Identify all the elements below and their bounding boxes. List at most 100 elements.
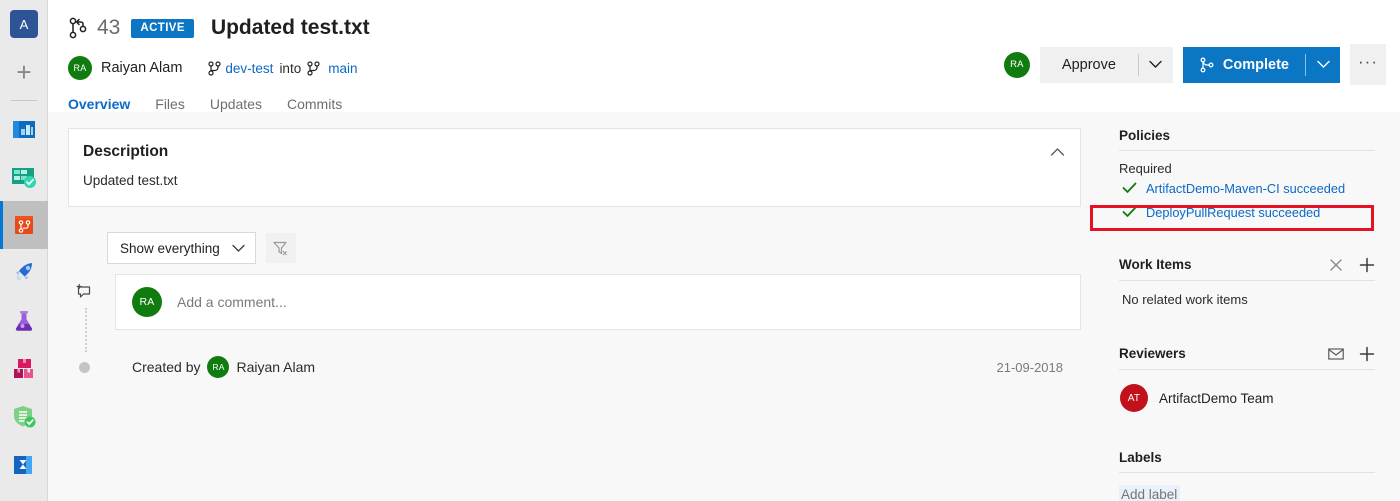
discussion-filter-select[interactable]: Show everything bbox=[107, 232, 256, 264]
created-by-avatar: RA bbox=[207, 356, 230, 378]
discussion-filter-value: Show everything bbox=[120, 240, 220, 256]
approve-dropdown-button[interactable] bbox=[1139, 47, 1173, 83]
pr-details-sidebar: Policies Required ArtifactDemo-Maven-CI … bbox=[1099, 112, 1400, 501]
pipelines-rocket-icon bbox=[16, 263, 32, 280]
more-options-button[interactable]: ··· bbox=[1350, 44, 1386, 85]
labels-section: Labels Add label bbox=[1119, 450, 1375, 501]
new-item-button[interactable]: + bbox=[0, 48, 48, 96]
created-by-row: Created by RA Raiyan Alam 21-09-2018 bbox=[79, 356, 1081, 378]
pr-number: 43 bbox=[97, 16, 121, 39]
plus-icon bbox=[1359, 257, 1374, 272]
target-branch[interactable]: main bbox=[307, 61, 357, 76]
labels-header: Labels bbox=[1119, 450, 1375, 473]
comment-user-avatar: RA bbox=[132, 287, 162, 317]
sidebar-item-pipelines[interactable] bbox=[0, 249, 48, 297]
test-plans-flask-icon bbox=[15, 311, 33, 331]
policy-item-label: DeployPullRequest succeeded bbox=[1146, 204, 1321, 220]
check-icon bbox=[1122, 182, 1137, 193]
nav-divider bbox=[10, 100, 37, 101]
chevron-down-icon bbox=[1316, 60, 1330, 68]
chevron-up-icon bbox=[1050, 148, 1064, 156]
page-title: Updated test.txt bbox=[210, 16, 370, 39]
policies-title: Policies bbox=[1119, 128, 1171, 143]
sidebar-item-overview[interactable] bbox=[0, 105, 48, 153]
overview-dashboard-icon bbox=[13, 121, 35, 138]
sidebar-item-analytics[interactable] bbox=[0, 441, 48, 489]
boards-icon bbox=[12, 168, 36, 188]
complete-button-group[interactable]: Complete bbox=[1182, 46, 1340, 83]
add-label-button[interactable]: Add label bbox=[1119, 485, 1181, 501]
pull-request-header: 43 ACTIVE Updated test.txt RA Raiyan Ala… bbox=[48, 0, 1400, 118]
status-badge: ACTIVE bbox=[131, 18, 194, 38]
comment-input[interactable]: Add a comment... bbox=[177, 294, 287, 310]
header-action-bar: RA Approve Complete ··· bbox=[1003, 44, 1386, 85]
organization-initial: A bbox=[10, 10, 38, 38]
complete-merge-icon-wrap bbox=[1183, 47, 1215, 83]
work-items-section: Work Items No related work items bbox=[1119, 256, 1375, 307]
add-comment-box[interactable]: RA Add a comment... bbox=[115, 274, 1081, 330]
envelope-icon[interactable] bbox=[1327, 345, 1344, 362]
author-avatar[interactable]: RA bbox=[68, 56, 92, 80]
timeline-dot bbox=[79, 361, 90, 373]
close-icon[interactable] bbox=[1327, 256, 1344, 273]
source-branch[interactable]: dev-test bbox=[208, 61, 273, 76]
check-icon bbox=[1122, 206, 1137, 217]
labels-title: Labels bbox=[1119, 450, 1162, 465]
security-shield-icon bbox=[14, 406, 36, 428]
add-work-item-icon[interactable] bbox=[1358, 256, 1375, 273]
complete-dropdown-button[interactable] bbox=[1306, 47, 1340, 83]
content-area: Description Updated test.txt Show everyt… bbox=[48, 112, 1400, 501]
reviewers-section: Reviewers AT ArtifactDemo Team bbox=[1119, 345, 1375, 412]
policy-item[interactable]: DeployPullRequest succeeded bbox=[1119, 200, 1375, 224]
complete-button[interactable]: Complete bbox=[1215, 47, 1305, 83]
reviewer-avatar: AT bbox=[1120, 384, 1148, 412]
sidebar-item-repos[interactable] bbox=[0, 201, 48, 249]
organization-badge[interactable]: A bbox=[0, 0, 48, 48]
target-branch-label: main bbox=[328, 60, 358, 76]
author-name: Raiyan Alam bbox=[101, 60, 183, 76]
reviewers-title: Reviewers bbox=[1119, 346, 1186, 361]
work-items-header: Work Items bbox=[1119, 256, 1375, 281]
description-collapse-button[interactable] bbox=[1046, 143, 1068, 161]
discussion-timeline: RA Add a comment... Created by RA Raiyan… bbox=[68, 274, 1081, 378]
approve-button[interactable]: Approve bbox=[1040, 47, 1138, 83]
current-user-avatar[interactable]: RA bbox=[1003, 51, 1030, 78]
plus-icon: + bbox=[16, 57, 32, 87]
repos-icon bbox=[15, 216, 33, 234]
add-comment-icon bbox=[76, 283, 91, 298]
reviewer-list-item[interactable]: AT ArtifactDemo Team bbox=[1119, 384, 1375, 412]
branch-icon bbox=[307, 60, 320, 76]
work-items-title: Work Items bbox=[1119, 257, 1192, 272]
policy-item[interactable]: ArtifactDemo-Maven-CI succeeded bbox=[1119, 176, 1375, 200]
sidebar-item-security[interactable] bbox=[0, 393, 48, 441]
policy-item-label: ArtifactDemo-Maven-CI succeeded bbox=[1146, 180, 1346, 196]
into-label: into bbox=[279, 60, 302, 76]
add-comment-icon-wrap[interactable] bbox=[76, 282, 96, 302]
sidebar-item-artifacts[interactable] bbox=[0, 345, 48, 393]
plus-icon bbox=[1359, 346, 1374, 361]
merge-icon bbox=[1200, 57, 1214, 72]
source-branch-label: dev-test bbox=[225, 60, 274, 76]
description-text: Updated test.txt bbox=[83, 173, 178, 188]
reviewer-name: ArtifactDemo Team bbox=[1159, 390, 1274, 406]
funnel-clear-icon bbox=[273, 241, 288, 255]
branch-icon bbox=[208, 60, 222, 76]
reviewers-actions bbox=[1327, 345, 1375, 362]
artifacts-boxes-icon bbox=[14, 359, 33, 378]
add-reviewer-icon[interactable] bbox=[1358, 345, 1375, 362]
clear-filter-button[interactable] bbox=[265, 233, 296, 263]
sidebar-item-test-plans[interactable] bbox=[0, 297, 48, 345]
sidebar-item-boards[interactable] bbox=[0, 153, 48, 201]
policies-section: Policies Required ArtifactDemo-Maven-CI … bbox=[1119, 128, 1375, 224]
created-by-name: Raiyan Alam bbox=[236, 359, 316, 375]
left-nav-rail: A + bbox=[0, 0, 48, 501]
timeline-rail bbox=[85, 308, 87, 352]
approve-button-group[interactable]: Approve bbox=[1039, 46, 1173, 83]
chevron-down-icon bbox=[232, 244, 245, 252]
azure-devops-pull-request-page: A + 43 ACTIVE Updated test.txt RA Raiyan… bbox=[0, 0, 1400, 501]
description-heading: Description bbox=[83, 143, 169, 160]
discussion-toolbar: Show everything bbox=[107, 232, 1081, 264]
analytics-icon bbox=[14, 456, 32, 474]
policies-required-label: Required bbox=[1119, 161, 1172, 176]
created-by-label: Created by bbox=[132, 359, 201, 375]
